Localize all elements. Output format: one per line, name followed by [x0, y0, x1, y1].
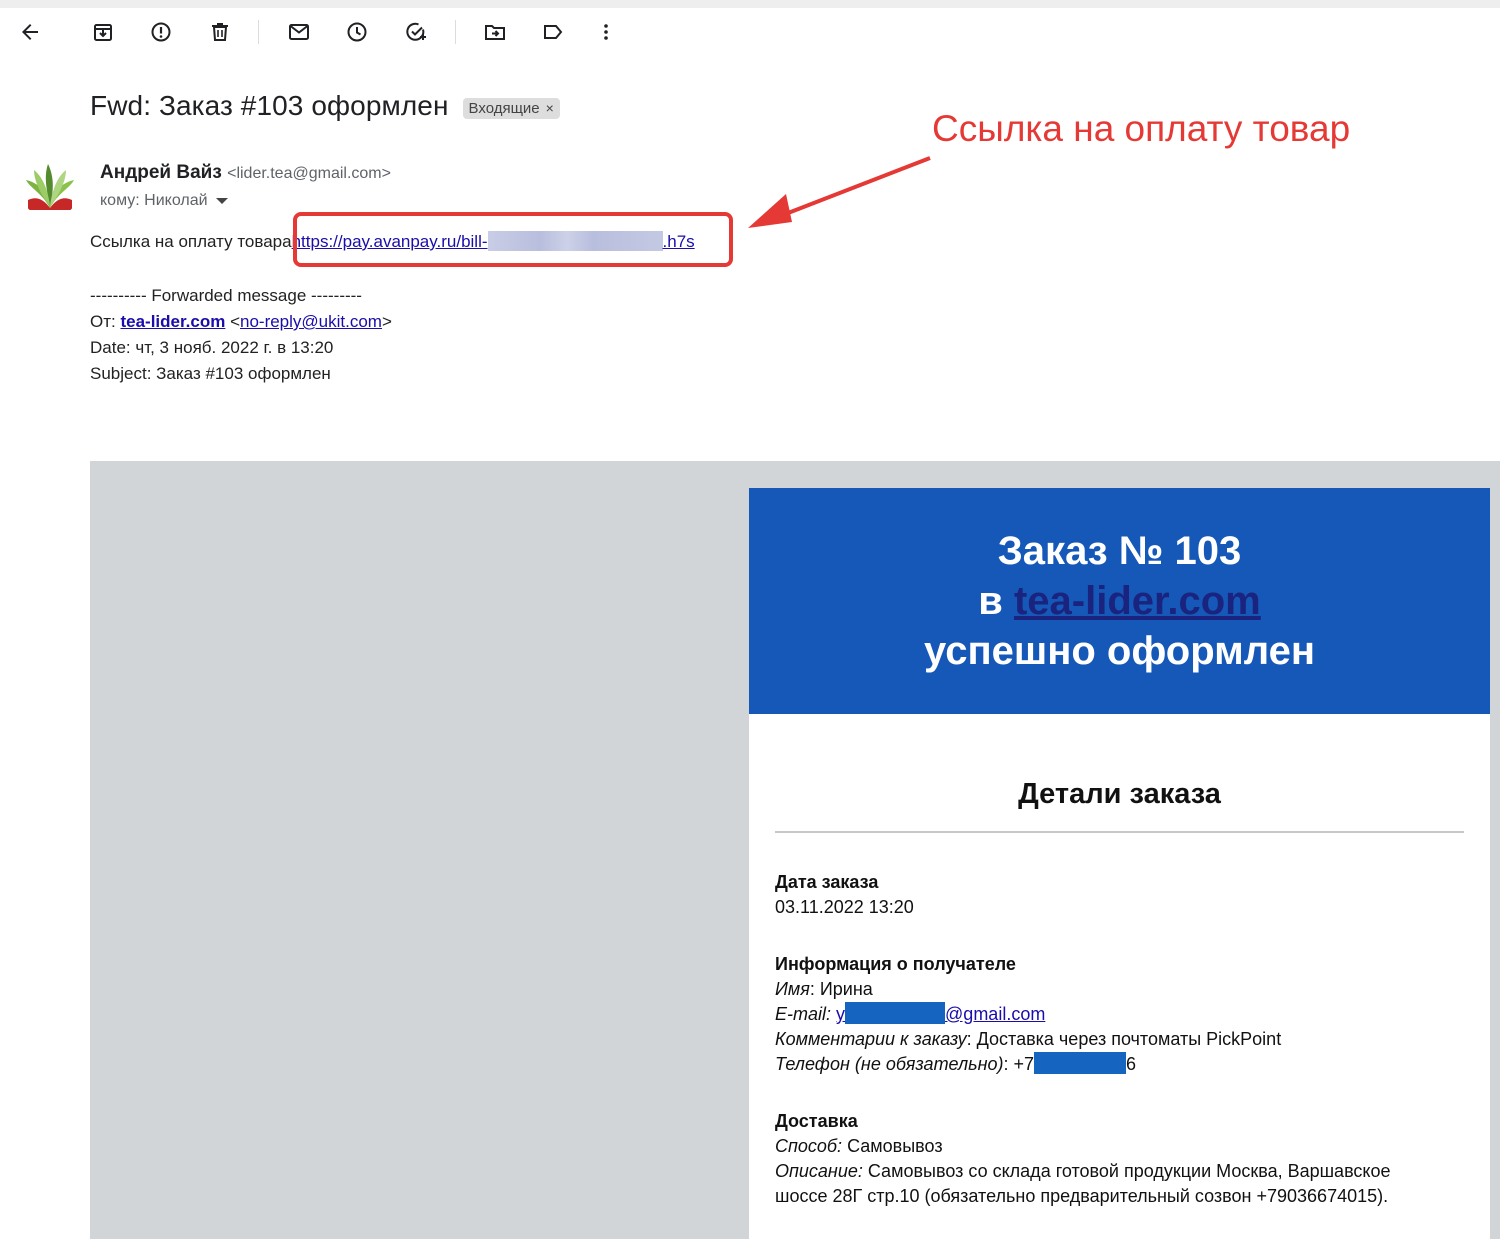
delete-button[interactable] [202, 14, 238, 50]
annotation-text: Ссылка на оплату товар [932, 108, 1351, 149]
order-card-header: Заказ № 103 в tea-lider.com успешно офор… [749, 488, 1490, 714]
label-text: Входящие [468, 99, 540, 117]
recipient-phone-row: Телефон (не обязательно): +7 6 [775, 1052, 1137, 1074]
recipient-name-row: Имя: Ирина [775, 979, 873, 999]
move-to-icon [485, 25, 505, 40]
order-card: Заказ № 103 в tea-lider.com успешно офор… [749, 488, 1490, 1239]
forwarded-subject: Subject: Заказ #103 оформлен [90, 364, 331, 383]
add-to-tasks-button[interactable] [398, 14, 434, 50]
forwarded-header: ---------- Forwarded message --------- О… [90, 283, 392, 387]
email-subject: Fwd: Заказ #103 оформлен [90, 90, 449, 121]
tea-leaf-logo-icon [26, 164, 74, 210]
report-spam-button[interactable] [143, 14, 179, 50]
sender-line: Андрей Вайз <lider.tea@gmail.com> [100, 162, 391, 184]
forwarded-separator: ---------- Forwarded message --------- [90, 286, 362, 305]
order-date-value: 03.11.2022 13:20 [775, 897, 914, 917]
labels-button[interactable] [535, 14, 571, 50]
snooze-icon [347, 22, 367, 42]
forwarded-from: От: tea-lider.com <no-reply@ukit.com> [90, 312, 392, 331]
redacted-phone-block [1034, 1052, 1127, 1074]
show-details-chevron-down-icon[interactable] [215, 198, 228, 204]
order-status-heading: успешно оформлен [923, 629, 1316, 673]
recipient-info-title: Информация о получателе [775, 954, 1016, 974]
subject-line: Fwd: Заказ #103 оформлен Входящие × [90, 90, 560, 122]
delivery-title: Доставка [775, 1111, 858, 1131]
from-email-link[interactable]: no-reply@ukit.com [240, 312, 382, 331]
sender-name[interactable]: Андрей Вайз [100, 162, 222, 183]
order-date-section: Дата заказа 03.11.2022 13:20 [775, 870, 914, 920]
payment-link-highlight-box [293, 212, 733, 267]
recipient-info-section: Информация о получателе Имя: Ирина E-mai… [775, 952, 1281, 1077]
delivery-section: Доставка Способ: Самовывоз Описание: Сам… [775, 1109, 1391, 1209]
move-to-button[interactable] [477, 14, 513, 50]
order-details-title: Детали заказа [1018, 778, 1221, 810]
more-vert-icon [604, 24, 608, 40]
order-site-line: в tea-lider.com [978, 579, 1261, 623]
add-task-icon [406, 22, 426, 41]
delivery-method-row: Способ: Самовывоз [775, 1136, 943, 1156]
message-toolbar [0, 14, 700, 50]
delete-icon [212, 23, 228, 41]
payment-link-label: Ссылка на оплату товара [90, 232, 292, 251]
recipient-email-row: E-mail: y @gmail.com [775, 1002, 1046, 1024]
top-bar [0, 0, 1500, 8]
from-site-link[interactable]: tea-lider.com [120, 312, 225, 331]
order-comment-row: Комментарии к заказу: Доставка через поч… [775, 1029, 1282, 1049]
delivery-description-row-2: шоссе 28Г стр.10 (обязательно предварите… [775, 1186, 1389, 1206]
forwarded-date: Date: чт, 3 нояб. 2022 г. в 13:20 [90, 338, 334, 357]
back-icon [22, 24, 38, 40]
sender-email: <lider.tea@gmail.com> [227, 165, 391, 182]
toolbar-separator [258, 20, 259, 44]
snooze-button[interactable] [339, 14, 375, 50]
recipient-email-link[interactable]: y @gmail.com [836, 1002, 1045, 1024]
order-site-link[interactable]: tea-lider.com [1014, 579, 1261, 623]
more-button[interactable] [588, 14, 624, 50]
order-number-heading: Заказ № 103 [997, 529, 1242, 573]
inbox-label-chip[interactable]: Входящие × [462, 97, 560, 119]
remove-label-button[interactable]: × [546, 100, 554, 116]
redacted-email-block [845, 1002, 946, 1024]
mark-unread-button[interactable] [281, 14, 317, 50]
mark-unread-icon [289, 24, 309, 40]
delivery-description-row: Описание: Самовывоз со склада готовой пр… [775, 1161, 1391, 1181]
annotation-arrow-icon [748, 156, 931, 228]
archive-button[interactable] [85, 14, 121, 50]
back-button[interactable] [12, 14, 48, 50]
label-icon [544, 25, 563, 39]
spam-icon [151, 22, 171, 42]
sender-avatar[interactable] [20, 158, 80, 218]
order-date-title: Дата заказа [775, 872, 879, 892]
recipient-text: кому: Николай [100, 192, 208, 209]
toolbar-separator [455, 20, 456, 44]
recipient-line: кому: Николай [100, 192, 228, 210]
archive-icon [94, 24, 112, 41]
details-divider [775, 831, 1464, 833]
